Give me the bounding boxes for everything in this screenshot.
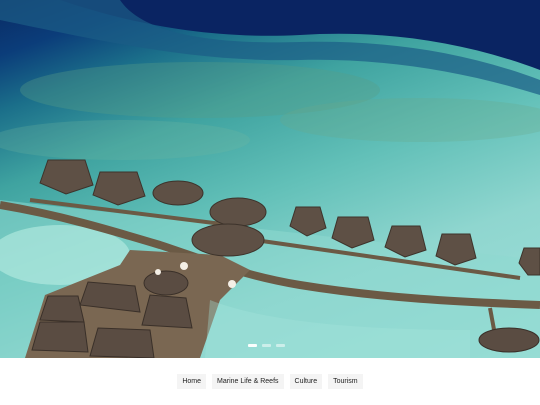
hero-image — [0, 0, 540, 358]
slide-dot[interactable] — [276, 344, 285, 347]
nav-culture[interactable]: Culture — [289, 374, 323, 389]
slider-dots — [248, 344, 285, 347]
overwater-villas-photo — [0, 0, 540, 358]
nav-tourism[interactable]: Tourism — [328, 374, 363, 389]
slide-dot[interactable] — [248, 344, 257, 347]
nav-home[interactable]: Home — [177, 374, 207, 389]
slide-dot[interactable] — [262, 344, 271, 347]
nav-marine-life-reefs[interactable]: Marine Life & Reefs — [212, 374, 284, 389]
main-navigation: Home Marine Life & Reefs Culture Tourism — [0, 358, 540, 405]
